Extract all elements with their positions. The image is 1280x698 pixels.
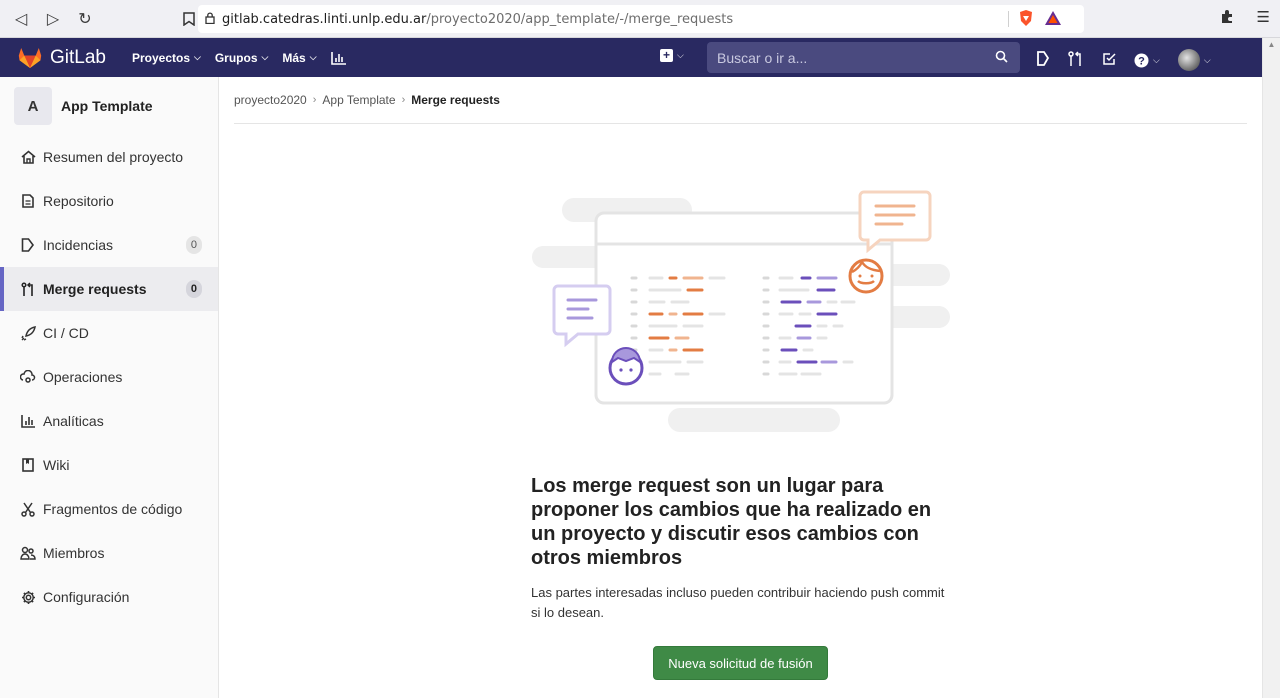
sidebar-item-label: Fragmentos de código — [43, 501, 183, 517]
issues-count-badge: 0 — [185, 236, 202, 254]
address-divider — [1008, 11, 1009, 27]
search-icon — [995, 50, 1008, 68]
sidebar-item-repository[interactable]: Repositorio — [0, 179, 218, 223]
brave-rewards-icon[interactable] — [1044, 10, 1062, 29]
merge-request-icon[interactable] — [1068, 50, 1084, 70]
new-item-dropdown[interactable]: + ⌵ — [660, 49, 684, 62]
scroll-up-icon[interactable]: ▲ — [1263, 40, 1280, 49]
sidebar-item-members[interactable]: Miembros — [0, 531, 218, 575]
rocket-icon — [20, 325, 36, 341]
todo-icon[interactable] — [1102, 52, 1116, 69]
sidebar-item-operations[interactable]: Operaciones — [0, 355, 218, 399]
sidebar-item-issues[interactable]: Incidencias 0 — [0, 223, 218, 267]
nav-groups[interactable]: Grupos ⌵ — [215, 51, 269, 65]
issues-icon[interactable] — [1036, 51, 1050, 69]
empty-state-description: Las partes interesadas incluso pueden co… — [531, 585, 945, 620]
sidebar-item-label: Merge requests — [43, 281, 147, 297]
scissors-icon — [20, 501, 36, 517]
url-path: /proyecto2020/app_template/-/merge_reque… — [426, 11, 734, 27]
brave-shield-icon[interactable] — [1018, 9, 1034, 30]
analytics-nav-icon[interactable] — [330, 51, 347, 65]
breadcrumb: proyecto2020 › App Template › Merge requ… — [234, 77, 1247, 124]
home-icon — [20, 149, 36, 165]
url-host: gitlab.catedras.linti.unlp.edu.ar — [222, 11, 427, 27]
sidebar-item-label: Incidencias — [43, 237, 114, 253]
tanuki-icon — [18, 47, 42, 68]
avatar — [1177, 49, 1200, 71]
project-header[interactable]: A App Template — [0, 77, 218, 135]
project-name: App Template — [61, 98, 153, 114]
chevron-right-icon: › — [401, 94, 406, 106]
issues-icon — [20, 237, 36, 253]
nav-more[interactable]: Más ⌵ — [282, 51, 316, 65]
merge-requests-empty-illustration — [532, 190, 950, 432]
cloud-icon — [20, 369, 36, 385]
chevron-down-icon: ⌵ — [1203, 54, 1211, 65]
chevron-down-icon: ⌵ — [194, 52, 201, 62]
sidebar-item-settings[interactable]: Configuración — [0, 575, 218, 619]
merge-request-icon — [20, 281, 36, 297]
back-icon[interactable]: ◁ — [8, 6, 34, 32]
search-input[interactable] — [717, 49, 987, 66]
nav-projects[interactable]: Proyectos ⌵ — [132, 51, 201, 65]
search-box[interactable] — [707, 42, 1020, 73]
menu-icon[interactable]: ☰ — [1257, 8, 1270, 28]
breadcrumb-project-link[interactable]: App Template — [322, 93, 395, 107]
page-scrollbar[interactable]: ▲ — [1262, 38, 1280, 698]
lock-icon — [198, 11, 222, 27]
sidebar-item-ci-cd[interactable]: CI / CD — [0, 311, 218, 355]
sidebar-item-analytics[interactable]: Analíticas — [0, 399, 218, 443]
forward-icon[interactable]: ▷ — [40, 6, 66, 32]
browser-toolbar: ◁ ▷ ↻ gitlab.catedras.linti.unlp.edu.ar /… — [0, 0, 1280, 38]
address-bar[interactable]: gitlab.catedras.linti.unlp.edu.ar/proyec… — [198, 5, 1084, 33]
sidebar-item-label: Wiki — [43, 457, 70, 473]
project-sidebar: A App Template Resumen del proyecto Repo… — [0, 77, 219, 698]
document-icon — [20, 193, 36, 209]
gear-icon — [20, 589, 36, 605]
sidebar-item-label: CI / CD — [43, 325, 89, 341]
project-avatar: A — [14, 87, 52, 125]
chart-icon — [20, 413, 36, 429]
chevron-down-icon: ⌵ — [1153, 54, 1160, 65]
breadcrumb-current[interactable]: Merge requests — [411, 93, 500, 107]
plus-square-icon: + — [660, 49, 673, 62]
gitlab-logo[interactable]: GitLab — [18, 47, 106, 69]
chevron-down-icon: ⌵ — [677, 50, 684, 60]
gitlab-top-nav: GitLab Proyectos⌵ Grupos⌵ Más⌵ + ⌵ ? ⌵ — [0, 38, 1262, 77]
sidebar-item-project-overview[interactable]: Resumen del proyecto — [0, 135, 218, 179]
sidebar-item-snippets[interactable]: Fragmentos de código — [0, 487, 218, 531]
sidebar-item-label: Operaciones — [43, 369, 123, 385]
svg-text:?: ? — [1138, 55, 1145, 67]
sidebar-item-label: Repositorio — [43, 193, 114, 209]
nav-projects-label: Proyectos — [131, 50, 191, 65]
reload-icon[interactable]: ↻ — [72, 6, 98, 32]
book-icon — [20, 457, 36, 473]
brand-name: GitLab — [50, 46, 106, 68]
extensions-icon[interactable] — [1219, 8, 1235, 28]
user-menu[interactable]: ⌵ — [1177, 49, 1211, 71]
help-icon[interactable]: ? ⌵ — [1134, 53, 1160, 68]
sidebar-item-label: Configuración — [43, 589, 130, 605]
chevron-right-icon: › — [312, 94, 317, 106]
sidebar-item-merge-requests[interactable]: Merge requests 0 — [0, 267, 218, 311]
merge-requests-count-badge: 0 — [185, 280, 202, 298]
chevron-down-icon: ⌵ — [309, 52, 317, 62]
sidebar-item-label: Resumen del proyecto — [43, 149, 184, 165]
breadcrumb-group-link[interactable]: proyecto2020 — [234, 93, 307, 107]
users-icon — [20, 545, 36, 561]
empty-state-title: Los merge request son un lugar para prop… — [531, 475, 932, 569]
sidebar-item-label: Miembros — [43, 545, 105, 561]
chevron-down-icon: ⌵ — [261, 52, 269, 62]
nav-more-label: Más — [282, 50, 306, 65]
sidebar-item-label: Analíticas — [43, 413, 104, 429]
sidebar-item-wiki[interactable]: Wiki — [0, 443, 218, 487]
new-merge-request-button[interactable]: Nueva solicitud de fusión — [653, 646, 828, 680]
nav-groups-label: Grupos — [214, 50, 258, 65]
